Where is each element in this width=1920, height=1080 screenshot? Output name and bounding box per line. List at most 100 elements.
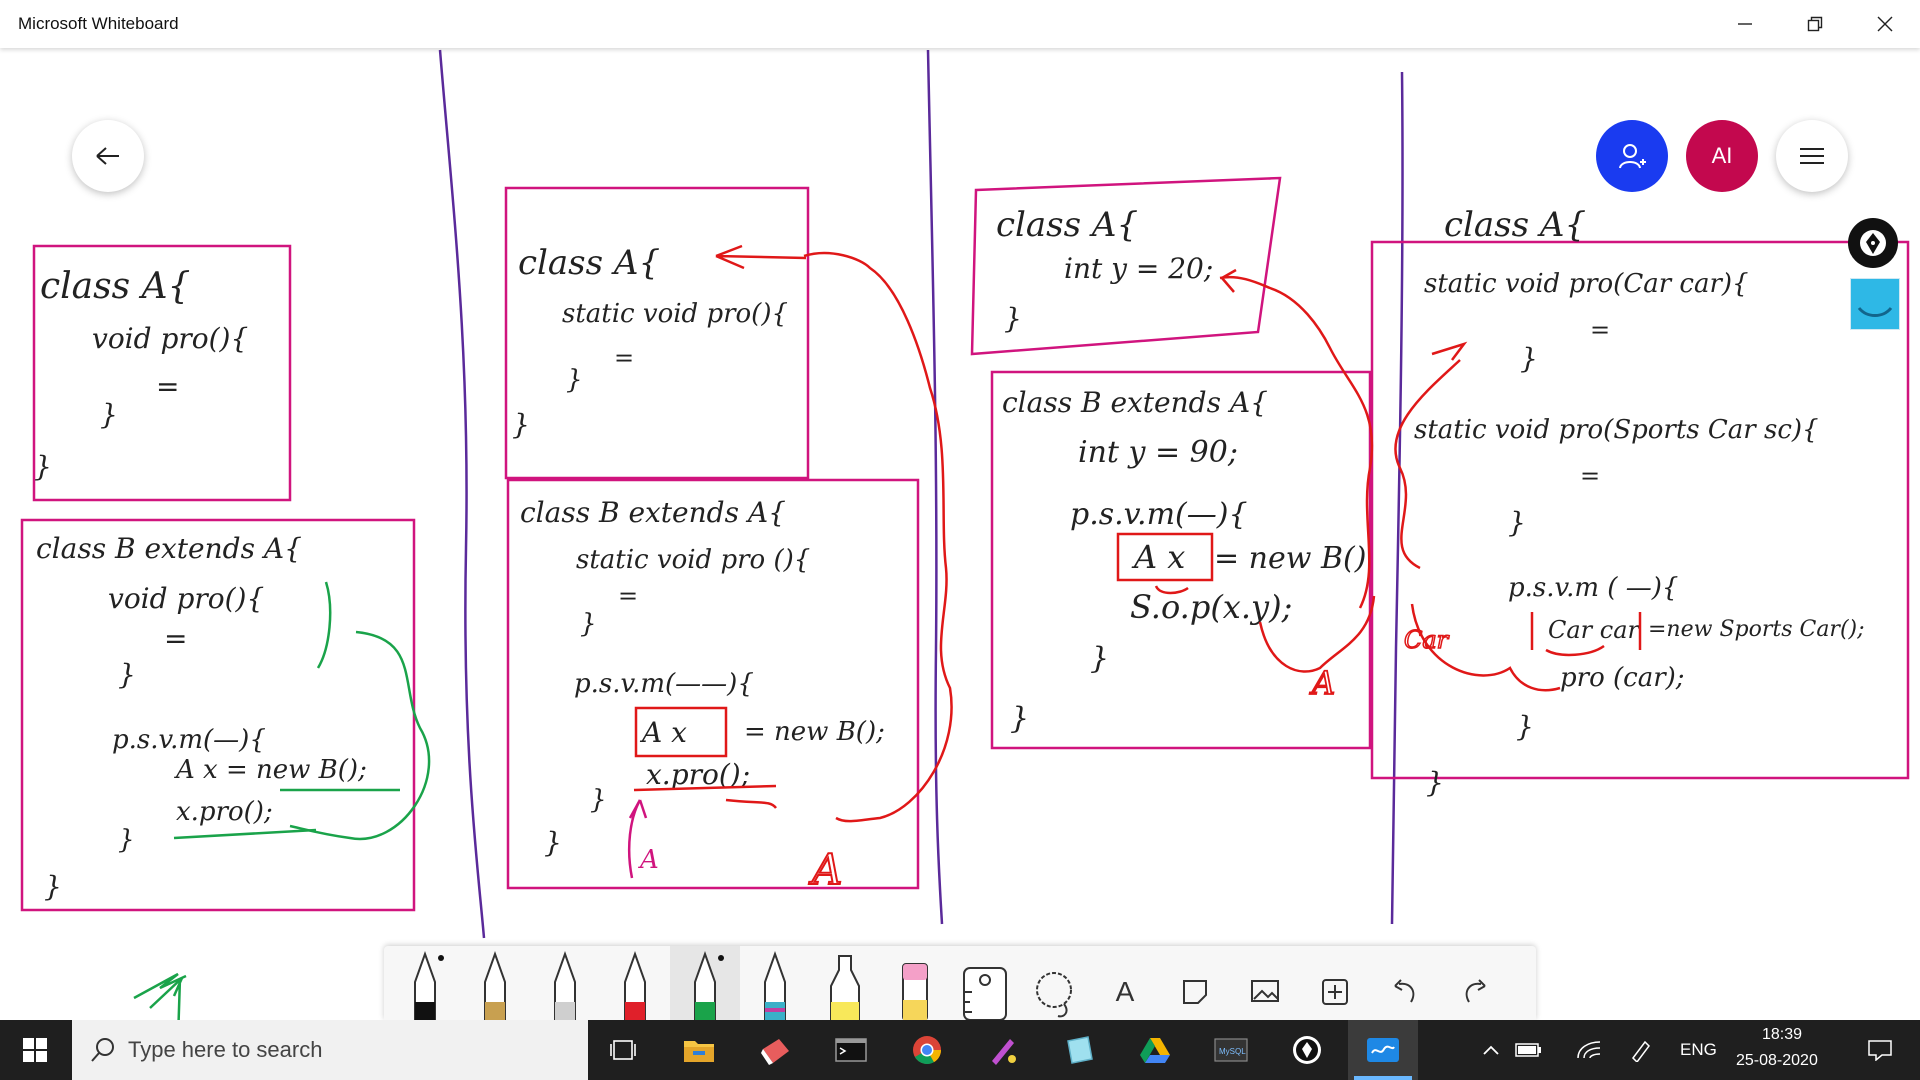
paint-button[interactable]: [740, 1020, 810, 1080]
image-tool[interactable]: [1230, 946, 1300, 1020]
pen-workspace-button[interactable]: [1616, 1020, 1666, 1080]
panel4-ink: class A{ static void pro(Car car){ = } s…: [1414, 205, 1865, 799]
p3-annotation-a: A: [1309, 664, 1335, 702]
back-button[interactable]: [72, 120, 144, 192]
pen-app-icon: [1293, 1036, 1321, 1064]
notification-center-button[interactable]: [1850, 1020, 1910, 1080]
minimize-button[interactable]: [1710, 0, 1780, 48]
search-placeholder: Type here to search: [128, 1037, 323, 1062]
ruler-toolbar-tool[interactable]: [950, 946, 1020, 1020]
battery-icon: [1515, 1043, 1541, 1057]
terminal-button[interactable]: [816, 1020, 886, 1080]
lasso-tool[interactable]: [1020, 946, 1090, 1020]
whiteboard-app-button[interactable]: [1348, 1020, 1418, 1080]
google-drive-button[interactable]: [1120, 1020, 1190, 1080]
sketch-app-button[interactable]: [968, 1020, 1038, 1080]
chrome-icon: [913, 1036, 941, 1064]
p4-line0: static void pro(Car car){: [1424, 269, 1749, 299]
pen-galaxy-tool[interactable]: [740, 946, 810, 1020]
p1-classB-line7: }: [118, 825, 135, 855]
p1-classA-line1: void pro(){: [92, 322, 248, 355]
p2-classB-line2: =: [618, 582, 638, 610]
app-title: Microsoft Whiteboard: [18, 14, 179, 33]
pen-green-tool[interactable]: [670, 946, 740, 1020]
ruler-tool[interactable]: [1850, 278, 1900, 330]
language-indicator[interactable]: ENG: [1680, 1040, 1717, 1060]
clock-date[interactable]: 25-08-2020: [1736, 1052, 1818, 1070]
mysql-button[interactable]: MySQL: [1196, 1020, 1266, 1080]
p2-classB-line8: }: [590, 785, 607, 815]
wifi-indicator[interactable]: [1564, 1020, 1614, 1080]
divider-lines: [438, 49, 1404, 939]
p4-line11: }: [1426, 766, 1444, 799]
p1-classB-line3: }: [118, 658, 136, 691]
p1-classB-line0: class B extends A{: [36, 532, 302, 565]
p1-classB-line2: =: [164, 622, 187, 655]
highlighter-tool[interactable]: [810, 946, 880, 1020]
account-avatar[interactable]: AI: [1686, 120, 1758, 192]
p2-classB-line0: class B extends A{: [520, 496, 786, 529]
clock-time[interactable]: 18:39: [1762, 1026, 1802, 1044]
chrome-button[interactable]: [892, 1020, 962, 1080]
mysql-icon: MySQL: [1214, 1038, 1248, 1062]
hamburger-icon: [1800, 148, 1824, 164]
p3-classB-line0: class B extends A{: [1002, 386, 1268, 419]
p2-classA-line2: =: [614, 344, 634, 372]
p2-magenta-arrow: A: [627, 799, 659, 879]
start-button[interactable]: [0, 1020, 70, 1080]
invite-button[interactable]: [1596, 120, 1668, 192]
lasso-icon: [1036, 972, 1072, 1018]
eraser-tool[interactable]: [880, 946, 950, 1020]
p2-classA-line3: }: [566, 365, 583, 395]
pen-toolbar: A: [384, 946, 1536, 1020]
p2-classA-line1: static void pro(){: [562, 299, 788, 329]
pen-nib-tool[interactable]: [1848, 218, 1898, 268]
pen-nib-icon: [1860, 230, 1886, 256]
title-bar: Microsoft Whiteboard: [0, 0, 1920, 48]
p4-line2: }: [1520, 342, 1538, 375]
redo-button[interactable]: [1440, 946, 1510, 1020]
pen-green-icon: [694, 951, 724, 1020]
close-button[interactable]: [1850, 0, 1920, 48]
whiteboard-canvas[interactable]: class A{ void pro(){ = } } class B exten…: [0, 48, 1920, 1020]
note-tool[interactable]: [1160, 946, 1230, 1020]
chevron-up-icon: [1483, 1045, 1499, 1055]
pen-app-button[interactable]: [1272, 1020, 1342, 1080]
p1-classB-line1: void pro(){: [108, 582, 264, 615]
highlighter-icon: [830, 955, 860, 1020]
p3-red-annotations: A: [1116, 268, 1376, 703]
p2-classB-line1: static void pro (){: [576, 545, 810, 575]
p4-line10: }: [1516, 710, 1534, 743]
pen-black-icon: [414, 951, 444, 1020]
menu-button[interactable]: [1776, 120, 1848, 192]
restore-button[interactable]: [1780, 0, 1850, 48]
undo-icon: [1394, 979, 1415, 1003]
notification-icon: [1868, 1040, 1892, 1061]
file-explorer-button[interactable]: [664, 1020, 734, 1080]
battery-indicator[interactable]: [1504, 1020, 1554, 1080]
p3-classB-line3: A x: [1131, 538, 1185, 576]
p2-classB-line9: }: [544, 826, 562, 859]
sketch-icon: [992, 1039, 1016, 1065]
p4-line8: =new Sports Car();: [1648, 617, 1865, 642]
task-view-button[interactable]: [588, 1020, 658, 1080]
p1-classA-line3: }: [100, 398, 118, 431]
p4-line7: Car car: [1548, 616, 1641, 644]
pen-gold-tool[interactable]: [460, 946, 530, 1020]
pen-red-tool[interactable]: [600, 946, 670, 1020]
p4-line4: =: [1580, 462, 1600, 490]
notes-app-button[interactable]: [1044, 1020, 1114, 1080]
pen-silver-icon: [554, 951, 576, 1020]
arrow-left-icon: [96, 147, 119, 165]
text-tool[interactable]: A: [1090, 946, 1160, 1020]
task-view-icon: [610, 1040, 636, 1060]
pen-black-tool[interactable]: [390, 946, 460, 1020]
ruler-icon: [963, 967, 1007, 1020]
add-tool[interactable]: [1300, 946, 1370, 1020]
restore-icon: [1807, 16, 1823, 32]
p3-classB-line6: }: [1090, 641, 1109, 676]
pen-silver-tool[interactable]: [530, 946, 600, 1020]
ruler-tool-icon: [1857, 306, 1893, 317]
taskbar-search-box[interactable]: Type here to search: [72, 1020, 588, 1080]
undo-button[interactable]: [1370, 946, 1440, 1020]
